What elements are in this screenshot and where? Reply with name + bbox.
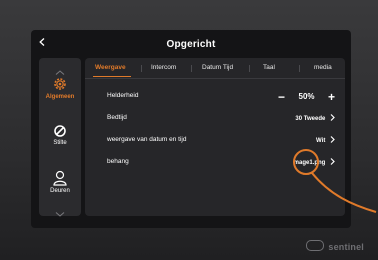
logo-mark-icon bbox=[305, 240, 324, 251]
brand-logo: sentinel bbox=[305, 240, 364, 252]
intercom-device: Opgericht Algemeen Stilte Deuren Weergav… bbox=[0, 0, 378, 260]
logo-text: sentinel bbox=[328, 242, 364, 252]
annotation-highlight bbox=[293, 149, 377, 213]
